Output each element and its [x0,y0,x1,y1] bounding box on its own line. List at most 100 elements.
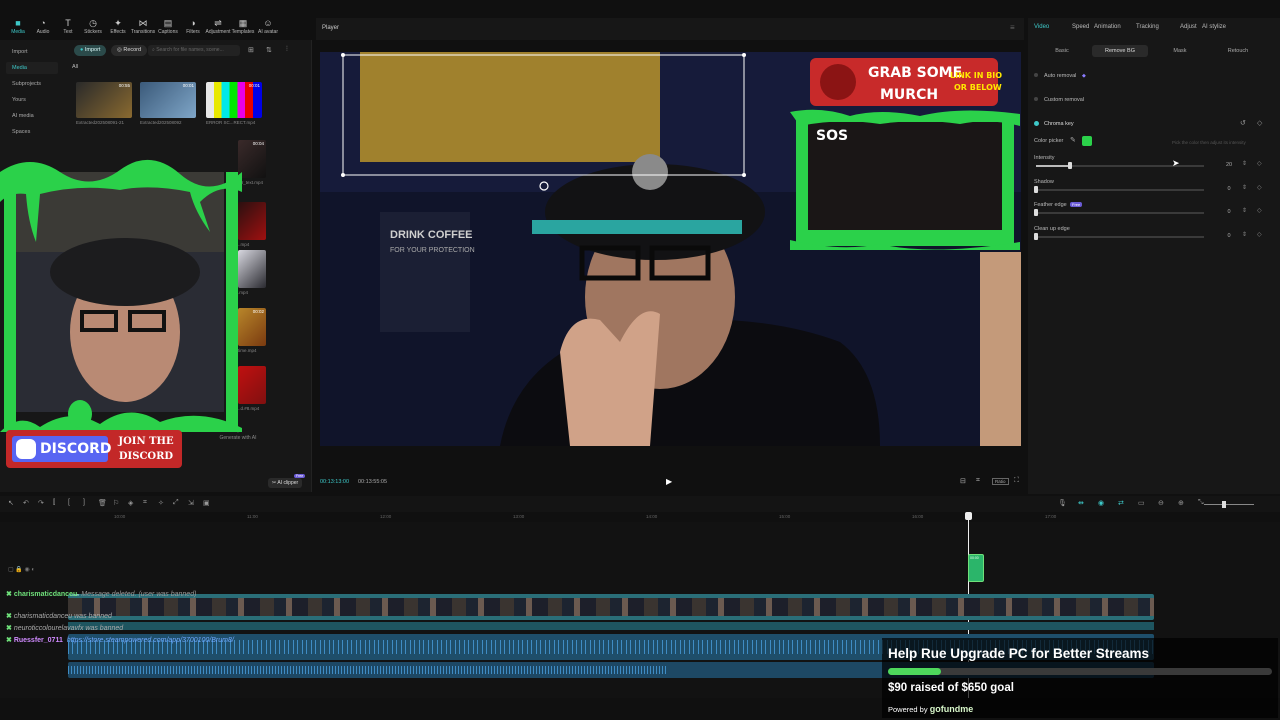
tab-video[interactable]: Video [1034,24,1049,30]
subtab-basic[interactable]: Basic [1034,45,1090,57]
zoom-knob[interactable] [1222,501,1226,508]
param-value[interactable]: 0 [1224,186,1234,192]
media-thumbnail[interactable]: 00:04 fer_text.mp4 [238,140,266,185]
param-value[interactable]: 0 [1224,233,1234,239]
keyframe-icon[interactable]: ◇ [1257,207,1262,214]
magnet-icon[interactable]: ◉ [1098,499,1104,507]
overlay-clip[interactable]: 00:00 [968,554,984,582]
link-icon[interactable]: ⇹ [1078,499,1084,507]
mic-icon[interactable]: 🎙 [1058,499,1067,507]
fullscreen-icon[interactable]: ⛶ [1014,477,1019,485]
menu-icon[interactable]: ≡ [1010,23,1015,32]
zoom-slider[interactable] [1204,501,1254,508]
auto-removal-toggle[interactable] [1034,73,1038,77]
filter-icon[interactable]: ⫶ [286,46,288,54]
subtab-mask[interactable]: Mask [1152,45,1208,57]
trim-left-icon[interactable]: [ [68,499,70,506]
playhead-handle[interactable] [965,512,972,520]
search-input[interactable]: ⌕ Search for file names, scene... [148,45,240,56]
subtab-retouch[interactable]: Retouch [1210,45,1266,57]
slider-knob[interactable] [1034,185,1038,193]
param-slider[interactable] [1034,185,1204,193]
toolbar-templates[interactable]: ▦ Templates [231,18,255,35]
zoom-in-icon[interactable]: ⊕ [1178,499,1184,507]
keyframe-icon[interactable]: ◇ [1257,160,1262,167]
toolbar-text[interactable]: T Text [56,18,80,35]
toolbar-adjustment[interactable]: ⇌ Adjustment [206,18,231,35]
sidebar-item-subprojects[interactable]: Subprojects [6,78,58,90]
tab-adjust[interactable]: Adjust [1180,24,1197,30]
toolbar-transitions[interactable]: ⋈ Transitions [131,18,155,35]
param-value[interactable]: 20 [1224,162,1234,168]
record-button[interactable]: ◎ Record [111,45,148,56]
slider-knob[interactable] [1067,162,1072,169]
media-thumbnail[interactable]: 00:01 Extracted202508092 [140,82,196,125]
transform-icon[interactable]: ⤢ [173,499,179,507]
media-thumbnail[interactable]: ..d.#8.mp4 [238,366,266,411]
media-thumbnail[interactable]: 00:02 time.mp4 [238,308,266,353]
zoom-out-icon[interactable]: ⊖ [1158,499,1164,507]
sidebar-item-ai-media[interactable]: AI media [6,110,58,122]
import-button[interactable]: ● Import [74,45,107,56]
media-thumbnail[interactable]: 00:55 Extracted202508091-21 [76,82,132,125]
main-video-clip[interactable]: Cover [68,593,1154,620]
redo-icon[interactable]: ↷ [38,499,44,507]
preview-icon[interactable]: ▭ [1138,499,1145,507]
param-slider[interactable] [1034,232,1204,240]
ratio-button[interactable]: Ratio [992,478,1009,485]
undo-icon[interactable]: ↶ [23,499,29,507]
ai-tool-icon[interactable]: ✧ [158,499,164,507]
delete-icon[interactable]: 🗑 [98,499,107,507]
param-value[interactable]: 0 [1224,209,1234,215]
snap-icon[interactable]: ⇄ [1118,499,1124,507]
media-thumbnail[interactable]: .mp4 [238,250,266,295]
auto-caption-icon[interactable]: ▣ [203,499,210,507]
mark-icon[interactable]: ⚐ [113,499,119,507]
stepper-icon[interactable]: ⇕ [1242,184,1247,191]
play-icon[interactable]: ▶ [666,477,672,486]
sidebar-item-import[interactable]: Import [6,46,58,58]
fit-icon[interactable]: ⊟ [960,477,966,485]
media-thumbnail[interactable]: 00:01 ERROR SC...RECT.mp4 [206,82,262,125]
subtab-remove-bg[interactable]: Remove BG [1092,45,1148,57]
select-icon[interactable]: ↖ [8,499,14,507]
toolbar-ai-avatar[interactable]: ☺ AI avatar [256,18,280,35]
sort-icon[interactable]: ⇅ [266,46,272,54]
keyframe-icon[interactable]: ◇ [1257,184,1262,191]
slider-knob[interactable] [1034,232,1038,240]
custom-removal-toggle[interactable] [1034,97,1038,101]
toolbar-filters[interactable]: ◑ Filters [181,18,205,35]
freeze-icon[interactable]: ◈ [128,499,133,507]
tab-ai-stylize[interactable]: AI stylize [1202,24,1226,30]
sidebar-item-media[interactable]: Media [6,62,58,74]
crop-icon[interactable]: ⌗ [976,477,980,485]
tab-animation[interactable]: Animation [1094,24,1121,30]
toolbar-stickers[interactable]: ◷ Stickers [81,18,105,35]
crop-icon[interactable]: ⌗ [143,499,147,507]
color-swatch[interactable] [1082,136,1092,146]
toolbar-effects[interactable]: ✦ Effects [106,18,130,35]
param-slider[interactable] [1034,209,1204,216]
toolbar-captions[interactable]: ▤ Captions [156,18,180,35]
stepper-icon[interactable]: ⇕ [1242,160,1247,167]
ai-clipper-button[interactable]: ✂ AI clipper [268,478,303,488]
media-thumbnail[interactable]: ..mp4 [238,202,266,247]
split-icon[interactable]: ⫿ [53,499,55,507]
stepper-icon[interactable]: ⇕ [1242,207,1247,214]
tab-speed[interactable]: Speed [1072,24,1089,30]
track-controls-overlay[interactable]: ▢ 🔒 ◉ ◐ [8,566,35,573]
trim-right-icon[interactable]: ] [83,499,85,506]
keyframe-icon[interactable]: ◇ [1257,119,1262,127]
slider-knob[interactable] [1034,209,1038,216]
fit-timeline-icon[interactable]: ⤡ [1198,499,1204,507]
reset-icon[interactable]: ↺ [1240,119,1246,127]
toolbar-audio[interactable]: ◔ Audio [31,18,55,35]
all-filter-label[interactable]: All [72,64,78,70]
resize-icon[interactable]: ⇲ [188,499,194,507]
eyedropper-icon[interactable]: ✎ [1070,136,1076,144]
tab-tracking[interactable]: Tracking [1136,24,1159,30]
video-preview[interactable]: DRINK COFFEE FOR YOUR PROTECTION GRAB SO… [320,52,1021,446]
sidebar-item-yours[interactable]: Yours [6,94,58,106]
chroma-key-toggle[interactable] [1034,121,1039,126]
toolbar-media[interactable]: ■ Media [6,18,30,35]
